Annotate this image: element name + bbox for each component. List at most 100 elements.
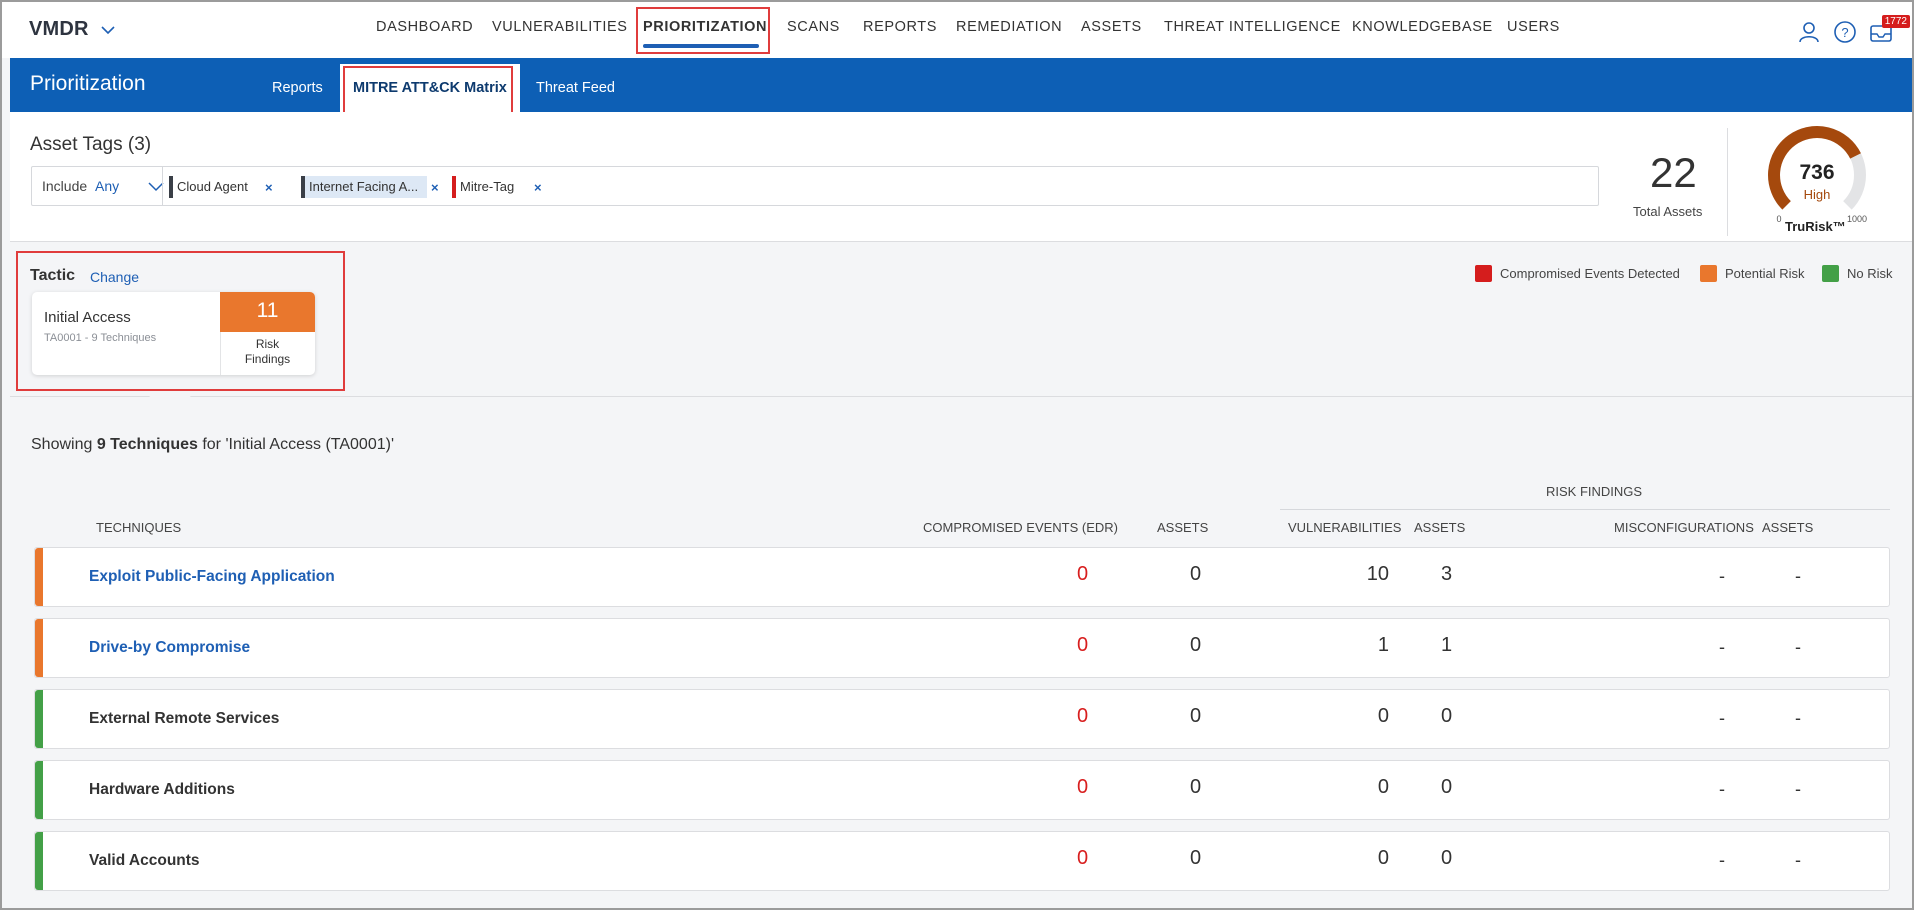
trurisk-score: 736 (1799, 161, 1834, 184)
tab-reports[interactable]: Reports (272, 80, 323, 96)
misconfigurations-value: - (1719, 566, 1725, 586)
vuln-assets-value: 3 (1441, 563, 1453, 585)
tag-chip: Mitre-Tag × (452, 176, 542, 198)
table-row[interactable]: External Remote Services 0 0 0 0 - - (34, 689, 1890, 749)
tag-label: Internet Facing A... (309, 179, 419, 194)
asset-tags-panel: Asset Tags (3) Include Any Cloud Agent ×… (10, 112, 1912, 242)
edr-assets-value: 0 (1190, 776, 1202, 798)
vuln-assets-value: 0 (1441, 705, 1453, 727)
vuln-assets-value: 1 (1441, 634, 1453, 656)
misconfigurations-value: - (1719, 708, 1725, 728)
compromised-events-value: 0 (1077, 776, 1089, 798)
misconf-assets-value: - (1795, 566, 1801, 586)
legend-item: No Risk (1822, 265, 1893, 282)
compromised-events-value: 0 (1077, 563, 1089, 585)
col-header-misconf-assets[interactable]: ASSETS (1762, 520, 1813, 535)
edr-assets-value: 0 (1190, 634, 1202, 656)
table-row[interactable]: Valid Accounts 0 0 0 0 - - (34, 831, 1890, 891)
trurisk-max: 1000 (1847, 214, 1867, 224)
remove-tag-icon[interactable]: × (534, 180, 542, 195)
trurisk-min: 0 (1776, 214, 1781, 224)
technique-name: External Remote Services (89, 710, 280, 727)
vulnerabilities-value: 1 (1377, 634, 1389, 656)
technique-name[interactable]: Drive-by Compromise (89, 639, 250, 657)
col-header-vuln-assets[interactable]: ASSETS (1414, 520, 1465, 535)
compromised-events-value: 0 (1077, 705, 1089, 727)
risk-stripe (35, 761, 43, 819)
col-header-compromised-events[interactable]: COMPROMISED EVENTS (EDR) (923, 520, 1118, 535)
legend-label: Compromised Events Detected (1500, 266, 1680, 281)
vuln-assets-value: 0 (1441, 847, 1453, 869)
technique-name: Hardware Additions (89, 781, 235, 798)
asset-tags-filter[interactable]: Include Any Cloud Agent × Internet Facin… (31, 166, 1599, 206)
help-icon[interactable]: ? (1832, 19, 1858, 45)
include-select[interactable]: Any (95, 178, 119, 194)
col-header-misconfigurations[interactable]: MISCONFIGURATIONS (1614, 520, 1754, 535)
nav-assets[interactable]: ASSETS (1081, 19, 1142, 35)
include-label: Include (42, 178, 88, 194)
trurisk-label: TruRisk™ (1785, 219, 1846, 234)
top-nav: VMDR DASHBOARD VULNERABILITIES PRIORITIZ… (2, 2, 1912, 58)
risk-stripe (35, 619, 43, 677)
misconfigurations-value: - (1719, 779, 1725, 799)
selection-caret (148, 395, 192, 415)
vulnerabilities-value: 0 (1377, 776, 1389, 798)
page-title: Prioritization (30, 72, 146, 95)
table-row[interactable]: Hardware Additions 0 0 0 0 - - (34, 760, 1890, 820)
notification-badge: 1772 (1881, 15, 1910, 28)
risk-findings-header: RISK FINDINGS (1546, 484, 1643, 499)
nav-scans[interactable]: SCANS (787, 19, 840, 35)
misconfigurations-value: - (1719, 637, 1725, 657)
total-assets-label: Total Assets (1633, 204, 1703, 219)
technique-name[interactable]: Exploit Public-Facing Application (89, 568, 335, 586)
user-icon[interactable] (1796, 19, 1822, 45)
edr-assets-value: 0 (1190, 705, 1202, 727)
tag-color-bar (169, 176, 173, 198)
app-frame: VMDR DASHBOARD VULNERABILITIES PRIORITIZ… (0, 0, 1914, 910)
table-row[interactable]: Drive-by Compromise 0 0 1 1 - - (34, 618, 1890, 678)
technique-name: Valid Accounts (89, 852, 200, 869)
asset-tags-title: Asset Tags (3) (30, 134, 152, 155)
showing-suffix: for 'Initial Access (TA0001)' (197, 436, 394, 453)
misconf-assets-value: - (1795, 850, 1801, 870)
nav-dashboard[interactable]: DASHBOARD (376, 19, 473, 35)
legend-swatch (1700, 265, 1717, 282)
nav-users[interactable]: USERS (1507, 19, 1560, 35)
remove-tag-icon[interactable]: × (431, 180, 439, 195)
col-header-edr-assets[interactable]: ASSETS (1157, 520, 1208, 535)
tag-color-bar (452, 176, 456, 198)
legend-label: No Risk (1847, 266, 1893, 281)
misconf-assets-value: - (1795, 637, 1801, 657)
tag-label: Cloud Agent (177, 179, 248, 194)
nav-remediation[interactable]: REMEDIATION (956, 19, 1062, 35)
divider (162, 167, 163, 205)
legend-label: Potential Risk (1725, 266, 1805, 281)
legend-item: Compromised Events Detected (1475, 265, 1680, 282)
highlight-box-tactic (16, 251, 345, 391)
legend-swatch (1822, 265, 1839, 282)
risk-stripe (35, 832, 43, 890)
nav-reports[interactable]: REPORTS (863, 19, 937, 35)
tag-label: Mitre-Tag (460, 179, 515, 194)
legend-item: Potential Risk (1700, 265, 1804, 282)
risk-stripe (35, 690, 43, 748)
misconf-assets-value: - (1795, 779, 1801, 799)
trurisk-level: High (1804, 187, 1831, 202)
remove-tag-icon[interactable]: × (265, 180, 273, 195)
vulnerabilities-value: 10 (1366, 563, 1389, 585)
sub-header: Prioritization Reports MITRE ATT&CK Matr… (10, 58, 1912, 112)
divider (1727, 128, 1728, 236)
nav-threat-intelligence[interactable]: THREAT INTELLIGENCE (1164, 19, 1341, 35)
trurisk-gauge: 736 High 0 1000 (1768, 126, 1867, 224)
edr-assets-value: 0 (1190, 563, 1202, 585)
svg-text:?: ? (1841, 25, 1848, 40)
compromised-events-value: 0 (1077, 634, 1089, 656)
divider (1280, 509, 1890, 510)
table-row[interactable]: Exploit Public-Facing Application 0 0 10 3 - - (34, 547, 1890, 607)
nav-vulnerabilities[interactable]: VULNERABILITIES (492, 19, 628, 35)
nav-knowledgebase[interactable]: KNOWLEDGEBASE (1352, 19, 1493, 35)
col-header-vulnerabilities[interactable]: VULNERABILITIES (1288, 520, 1401, 535)
col-header-techniques[interactable]: TECHNIQUES (96, 520, 181, 535)
compromised-events-value: 0 (1077, 847, 1089, 869)
tab-threat-feed[interactable]: Threat Feed (536, 80, 615, 96)
